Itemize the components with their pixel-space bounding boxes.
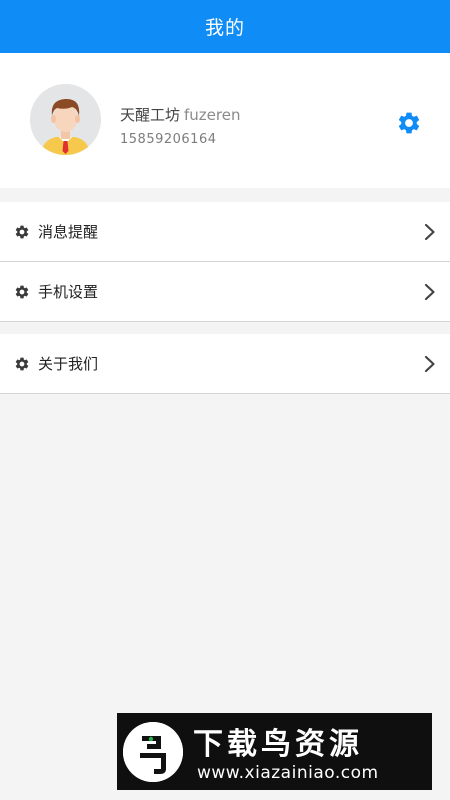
profile-username: fuzeren — [184, 106, 241, 124]
chevron-right-icon — [424, 283, 435, 301]
chevron-right-icon — [424, 223, 435, 241]
watermark-url: www.xiazainiao.com — [197, 763, 379, 783]
gear-icon — [15, 225, 29, 239]
bird-logo-icon — [123, 722, 183, 782]
profile-phone: 15859206164 — [120, 132, 217, 147]
profile-card[interactable]: 天醒工坊 fuzeren 15859206164 — [0, 53, 450, 188]
avatar[interactable] — [30, 84, 101, 155]
menu-item-phone-settings[interactable]: 手机设置 — [0, 262, 450, 322]
profile-settings-button[interactable] — [396, 110, 422, 136]
app-header: 我的 — [0, 0, 450, 53]
page-title: 我的 — [204, 17, 245, 39]
menu-item-notifications[interactable]: 消息提醒 — [0, 202, 450, 262]
profile-name-line: 天醒工坊 fuzeren — [120, 104, 240, 125]
watermark-text: 下载鸟资源 — [193, 727, 363, 762]
menu-item-label: 消息提醒 — [38, 223, 99, 241]
menu-item-label: 手机设置 — [38, 283, 99, 301]
menu-item-about-us[interactable]: 关于我们 — [0, 334, 450, 394]
menu-group-2: 关于我们 — [0, 334, 450, 394]
gear-icon — [15, 285, 29, 299]
profile-name: 天醒工坊 — [120, 106, 181, 124]
menu-group-1: 消息提醒 手机设置 — [0, 202, 450, 322]
watermark-banner: 下载鸟资源 www.xiazainiao.com — [117, 713, 432, 790]
gear-icon — [15, 357, 29, 371]
chevron-right-icon — [424, 355, 435, 373]
gear-icon — [398, 112, 420, 134]
menu-item-label: 关于我们 — [38, 355, 99, 373]
